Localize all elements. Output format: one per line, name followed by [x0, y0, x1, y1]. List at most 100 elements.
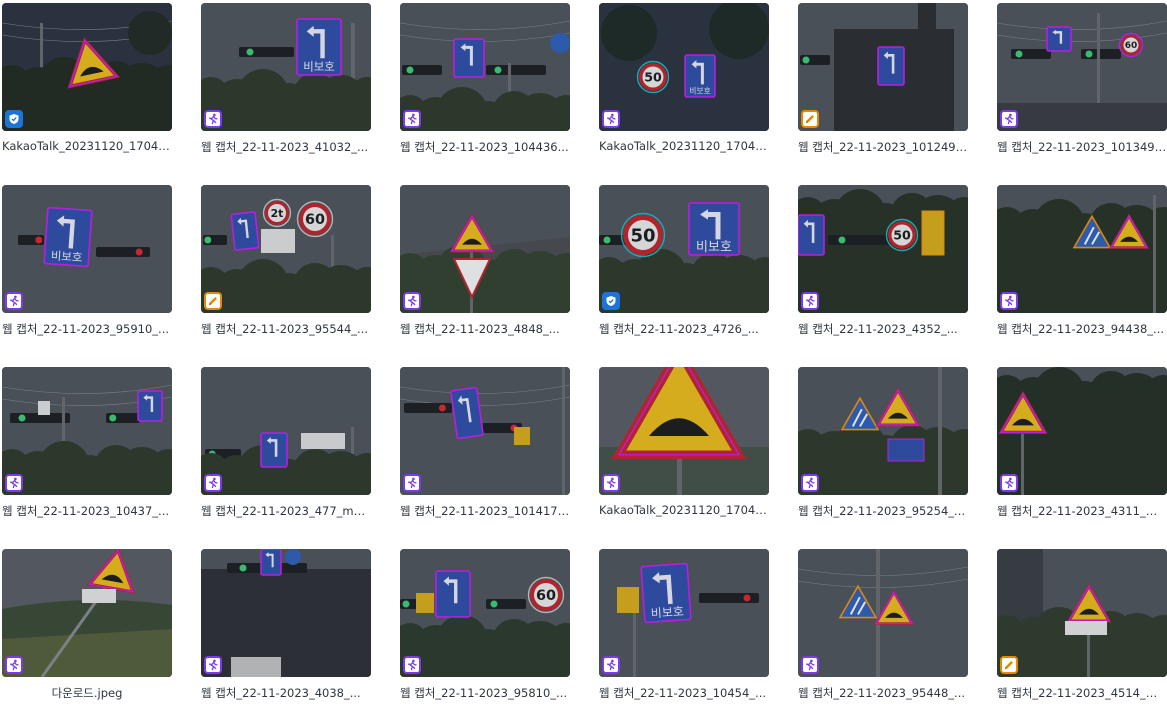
gallery-item[interactable]: 웹 캡처_22-11-2023_4848_... — [400, 185, 570, 351]
file-name-label: 웹 캡처_22-11-2023_95448_... — [798, 686, 966, 700]
image-thumbnail[interactable]: 50 — [798, 185, 968, 313]
file-name-label: 웹 캡처_22-11-2023_4726_... — [599, 322, 759, 336]
thumbnail-image: 비보호 — [2, 185, 172, 313]
image-thumbnail[interactable] — [997, 185, 1167, 313]
gallery-item[interactable]: 웹 캡처_22-11-2023_477_ma... — [201, 367, 371, 533]
image-thumbnail[interactable] — [201, 367, 371, 495]
file-name-label: KakaoTalk_20231120_170441... — [599, 503, 769, 517]
image-thumbnail[interactable]: 비보호 — [2, 185, 172, 313]
gallery-item[interactable]: 비보호웹 캡처_22-11-2023_10454_... — [599, 549, 769, 715]
thumbnail-image — [599, 367, 769, 495]
file-name-label: 웹 캡처_22-11-2023_477_ma... — [201, 504, 371, 518]
pencil-icon — [204, 292, 222, 310]
file-name-label: 웹 캡처_22-11-2023_41032_... — [201, 140, 369, 154]
file-name-label: KakaoTalk_20231120_170441... — [2, 139, 172, 153]
gallery-item[interactable]: 50 웹 캡처_22-11-2023_4352_... — [798, 185, 968, 351]
gallery-item[interactable]: 50비보호웹 캡처_22-11-2023_4726_... — [599, 185, 769, 351]
pencil-icon — [1000, 656, 1018, 674]
thumbnail-image — [400, 367, 570, 495]
gallery-item[interactable]: 2t60 웹 캡처_22-11-2023_95544_... — [201, 185, 371, 351]
image-thumbnail[interactable] — [400, 3, 570, 131]
image-thumbnail[interactable]: 50비보호 — [599, 185, 769, 313]
image-thumbnail[interactable] — [798, 3, 968, 131]
image-thumbnail[interactable]: 비보호 — [599, 549, 769, 677]
pencil-icon — [801, 110, 819, 128]
image-thumbnail[interactable] — [400, 367, 570, 495]
gallery-item[interactable]: 웹 캡처_22-11-2023_95448_... — [798, 549, 968, 715]
thumbnail-image: 50 — [798, 185, 968, 313]
thumbnail-image: 50비보호 — [599, 3, 769, 131]
image-thumbnail[interactable] — [2, 549, 172, 677]
image-thumbnail[interactable] — [400, 185, 570, 313]
thumbnail-image — [997, 185, 1167, 313]
file-name-label: 다운로드.jpeg — [51, 686, 123, 700]
run-icon — [5, 292, 23, 310]
gallery-item[interactable]: 웹 캡처_22-11-2023_101417_... — [400, 367, 570, 533]
thumbnail-image: 비보호 — [201, 3, 371, 131]
run-icon — [1000, 110, 1018, 128]
run-icon — [5, 474, 23, 492]
image-thumbnail[interactable] — [599, 367, 769, 495]
shield-icon — [602, 292, 620, 310]
thumbnail-image — [798, 549, 968, 677]
thumbnail-image — [201, 549, 371, 677]
thumbnail-image: 50비보호 — [599, 185, 769, 313]
file-name-label: 웹 캡처_22-11-2023_4848_... — [400, 322, 560, 336]
gallery-item[interactable]: 웹 캡처_22-11-2023_10437_... — [2, 367, 172, 533]
run-icon — [801, 656, 819, 674]
run-icon — [801, 474, 819, 492]
image-thumbnail[interactable] — [798, 367, 968, 495]
gallery-item[interactable]: 웹 캡처_22-11-2023_101249_... — [798, 3, 968, 169]
run-icon — [204, 474, 222, 492]
thumbnail-image: 60 — [997, 3, 1167, 131]
thumbnail-image — [201, 367, 371, 495]
file-name-label: 웹 캡처_22-11-2023_10437_... — [2, 504, 170, 518]
gallery-item[interactable]: 웹 캡처_22-11-2023_4311_m... — [997, 367, 1167, 533]
thumbnail-image: 2t60 — [201, 185, 371, 313]
image-thumbnail[interactable]: 2t60 — [201, 185, 371, 313]
thumbnail-image — [798, 3, 968, 131]
file-name-label: 웹 캡처_22-11-2023_95254_... — [798, 504, 966, 518]
thumbnail-image — [400, 185, 570, 313]
run-icon — [602, 656, 620, 674]
gallery-item[interactable]: 비보호웹 캡처_22-11-2023_95910_... — [2, 185, 172, 351]
gallery-item[interactable]: 비보호웹 캡처_22-11-2023_41032_... — [201, 3, 371, 169]
file-name-label: 웹 캡처_22-11-2023_95544_... — [201, 322, 369, 336]
thumbnail-image — [2, 367, 172, 495]
gallery-item[interactable]: 웹 캡처_22-11-2023_95254_... — [798, 367, 968, 533]
image-thumbnail[interactable] — [997, 549, 1167, 677]
shield-icon — [5, 110, 23, 128]
run-icon — [602, 474, 620, 492]
image-thumbnail[interactable] — [2, 3, 172, 131]
gallery-item[interactable]: 웹 캡처_22-11-2023_104436... — [400, 3, 570, 169]
gallery-item[interactable]: 웹 캡처_22-11-2023_4514_m... — [997, 549, 1167, 715]
file-name-label: 웹 캡처_22-11-2023_94438_... — [997, 322, 1165, 336]
thumbnail-image: 60 — [400, 549, 570, 677]
run-icon — [403, 292, 421, 310]
image-thumbnail[interactable]: 60 — [400, 549, 570, 677]
gallery-item[interactable]: 웹 캡처_22-11-2023_94438_... — [997, 185, 1167, 351]
thumbnail-image — [400, 3, 570, 131]
image-thumbnail[interactable]: 60 — [997, 3, 1167, 131]
image-thumbnail[interactable] — [201, 549, 371, 677]
image-thumbnail[interactable] — [798, 549, 968, 677]
gallery-item[interactable]: 60 웹 캡처_22-11-2023_95810_... — [400, 549, 570, 715]
gallery-item[interactable]: 60 웹 캡처_22-11-2023_101349_... — [997, 3, 1167, 169]
gallery-item[interactable]: 웹 캡처_22-11-2023_4038_... — [201, 549, 371, 715]
gallery-item[interactable]: 50비보호 KakaoTalk_20231120_170441... — [599, 3, 769, 169]
image-thumbnail[interactable]: 비보호 — [201, 3, 371, 131]
image-thumbnail[interactable]: 50비보호 — [599, 3, 769, 131]
file-name-label: 웹 캡처_22-11-2023_4514_m... — [997, 686, 1167, 700]
run-icon — [403, 474, 421, 492]
image-thumbnail[interactable] — [2, 367, 172, 495]
run-icon — [801, 292, 819, 310]
image-gallery-grid: KakaoTalk_20231120_170441...비보호웹 캡처_22-1… — [0, 0, 1167, 706]
file-name-label: 웹 캡처_22-11-2023_101249_... — [798, 140, 968, 154]
gallery-item[interactable]: KakaoTalk_20231120_170441... — [2, 3, 172, 169]
file-name-label: 웹 캡처_22-11-2023_10454_... — [599, 686, 767, 700]
run-icon — [602, 110, 620, 128]
gallery-item[interactable]: 다운로드.jpeg — [2, 549, 172, 715]
image-thumbnail[interactable] — [997, 367, 1167, 495]
gallery-item[interactable]: KakaoTalk_20231120_170441... — [599, 367, 769, 533]
file-name-label: 웹 캡처_22-11-2023_95910_... — [2, 322, 170, 336]
